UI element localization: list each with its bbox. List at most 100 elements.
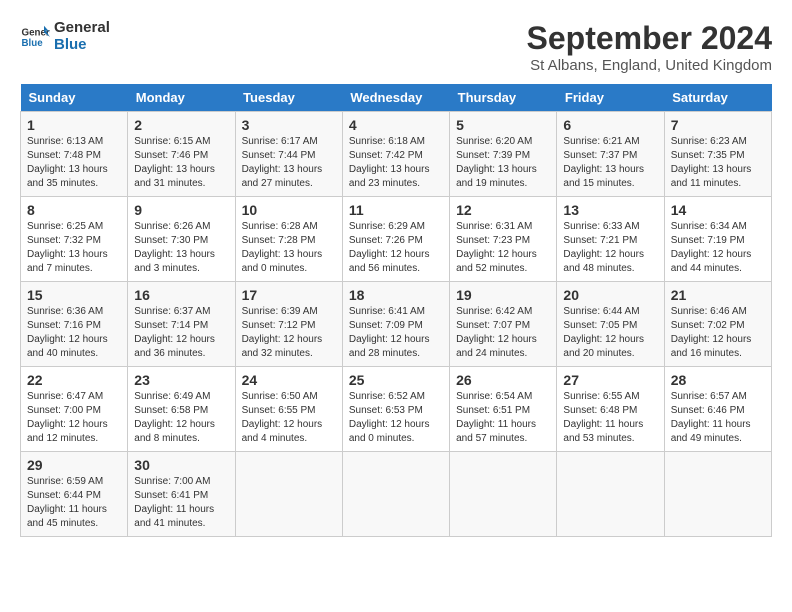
- table-row: 27 Sunrise: 6:55 AM Sunset: 6:48 PM Dayli…: [557, 367, 664, 452]
- day-details: Sunrise: 6:52 AM Sunset: 6:53 PM Dayligh…: [349, 390, 443, 446]
- table-row: [557, 452, 664, 537]
- day-details: Sunrise: 6:59 AM Sunset: 6:44 PM Dayligh…: [27, 475, 121, 531]
- table-row: 15 Sunrise: 6:36 AM Sunset: 7:16 PM Dayli…: [21, 282, 128, 367]
- table-row: 24Sunrise: 6:50 AM Sunset: 6:55 PM Dayli…: [235, 367, 342, 452]
- col-wednesday: Wednesday: [342, 84, 449, 112]
- day-number: 15: [27, 287, 121, 303]
- day-number: 3: [242, 117, 336, 133]
- table-row: 4Sunrise: 6:18 AM Sunset: 7:42 PM Daylig…: [342, 112, 449, 197]
- col-friday: Friday: [557, 84, 664, 112]
- table-row: 26Sunrise: 6:54 AM Sunset: 6:51 PM Dayli…: [450, 367, 557, 452]
- table-row: 9Sunrise: 6:26 AM Sunset: 7:30 PM Daylig…: [128, 197, 235, 282]
- day-number: 13: [563, 202, 657, 218]
- day-number: 1: [27, 117, 121, 133]
- table-row: 23 Sunrise: 6:49 AM Sunset: 6:58 PM Dayli…: [128, 367, 235, 452]
- day-details: Sunrise: 6:55 AM Sunset: 6:48 PM Dayligh…: [563, 390, 657, 446]
- day-details: Sunrise: 6:23 AM Sunset: 7:35 PM Dayligh…: [671, 135, 765, 191]
- table-row: 6 Sunrise: 6:21 AM Sunset: 7:37 PM Daylig…: [557, 112, 664, 197]
- table-row: 18 Sunrise: 6:41 AM Sunset: 7:09 PM Dayli…: [342, 282, 449, 367]
- logo-blue-text: Blue: [54, 37, 110, 54]
- day-number: 5: [456, 117, 550, 133]
- table-row: [450, 452, 557, 537]
- table-row: 1 Sunrise: 6:13 AM Sunset: 7:48 PM Daylig…: [21, 112, 128, 197]
- table-row: 5 Sunrise: 6:20 AM Sunset: 7:39 PM Daylig…: [450, 112, 557, 197]
- col-tuesday: Tuesday: [235, 84, 342, 112]
- day-number: 23: [134, 372, 228, 388]
- day-number: 6: [563, 117, 657, 133]
- table-row: 12 Sunrise: 6:31 AM Sunset: 7:23 PM Dayli…: [450, 197, 557, 282]
- day-number: 2: [134, 117, 228, 133]
- day-number: 14: [671, 202, 765, 218]
- day-number: 4: [349, 117, 443, 133]
- calendar-header-row: Sunday Monday Tuesday Wednesday Thursday…: [21, 84, 772, 112]
- day-details: Sunrise: 6:31 AM Sunset: 7:23 PM Dayligh…: [456, 220, 550, 276]
- day-number: 19: [456, 287, 550, 303]
- table-row: 14 Sunrise: 6:34 AM Sunset: 7:19 PM Dayli…: [664, 197, 771, 282]
- day-details: Sunrise: 6:21 AM Sunset: 7:37 PM Dayligh…: [563, 135, 657, 191]
- calendar-week-row: 1 Sunrise: 6:13 AM Sunset: 7:48 PM Daylig…: [21, 112, 772, 197]
- day-details: Sunrise: 6:36 AM Sunset: 7:16 PM Dayligh…: [27, 305, 121, 361]
- day-details: Sunrise: 6:29 AM Sunset: 7:26 PM Dayligh…: [349, 220, 443, 276]
- day-number: 9: [134, 202, 228, 218]
- table-row: 7 Sunrise: 6:23 AM Sunset: 7:35 PM Daylig…: [664, 112, 771, 197]
- day-number: 16: [134, 287, 228, 303]
- day-details: Sunrise: 6:28 AM Sunset: 7:28 PM Dayligh…: [242, 220, 336, 276]
- title-area: September 2024 St Albans, England, Unite…: [527, 20, 772, 74]
- table-row: 29Sunrise: 6:59 AM Sunset: 6:44 PM Dayli…: [21, 452, 128, 537]
- day-details: Sunrise: 6:15 AM Sunset: 7:46 PM Dayligh…: [134, 135, 228, 191]
- table-row: 20 Sunrise: 6:44 AM Sunset: 7:05 PM Dayli…: [557, 282, 664, 367]
- day-details: Sunrise: 6:49 AM Sunset: 6:58 PM Dayligh…: [134, 390, 228, 446]
- col-thursday: Thursday: [450, 84, 557, 112]
- day-number: 25: [349, 372, 443, 388]
- col-sunday: Sunday: [21, 84, 128, 112]
- day-number: 7: [671, 117, 765, 133]
- logo: General Blue General Blue: [20, 20, 110, 53]
- day-details: Sunrise: 6:42 AM Sunset: 7:07 PM Dayligh…: [456, 305, 550, 361]
- day-details: Sunrise: 6:33 AM Sunset: 7:21 PM Dayligh…: [563, 220, 657, 276]
- day-details: Sunrise: 6:37 AM Sunset: 7:14 PM Dayligh…: [134, 305, 228, 361]
- day-details: Sunrise: 6:13 AM Sunset: 7:48 PM Dayligh…: [27, 135, 121, 191]
- day-number: 10: [242, 202, 336, 218]
- day-details: Sunrise: 6:34 AM Sunset: 7:19 PM Dayligh…: [671, 220, 765, 276]
- day-details: Sunrise: 6:25 AM Sunset: 7:32 PM Dayligh…: [27, 220, 121, 276]
- table-row: 17 Sunrise: 6:39 AM Sunset: 7:12 PM Dayli…: [235, 282, 342, 367]
- day-details: Sunrise: 7:00 AM Sunset: 6:41 PM Dayligh…: [134, 475, 228, 531]
- calendar-title: September 2024: [527, 20, 772, 57]
- day-details: Sunrise: 6:39 AM Sunset: 7:12 PM Dayligh…: [242, 305, 336, 361]
- table-row: [342, 452, 449, 537]
- day-number: 8: [27, 202, 121, 218]
- calendar-week-row: 15 Sunrise: 6:36 AM Sunset: 7:16 PM Dayli…: [21, 282, 772, 367]
- day-number: 11: [349, 202, 443, 218]
- table-row: 10 Sunrise: 6:28 AM Sunset: 7:28 PM Dayli…: [235, 197, 342, 282]
- col-monday: Monday: [128, 84, 235, 112]
- calendar-week-row: 29Sunrise: 6:59 AM Sunset: 6:44 PM Dayli…: [21, 452, 772, 537]
- day-details: Sunrise: 6:47 AM Sunset: 7:00 PM Dayligh…: [27, 390, 121, 446]
- day-details: Sunrise: 6:44 AM Sunset: 7:05 PM Dayligh…: [563, 305, 657, 361]
- day-number: 27: [563, 372, 657, 388]
- general-blue-logo-icon: General Blue: [20, 22, 50, 52]
- table-row: 13 Sunrise: 6:33 AM Sunset: 7:21 PM Dayli…: [557, 197, 664, 282]
- calendar-week-row: 22 Sunrise: 6:47 AM Sunset: 7:00 PM Dayli…: [21, 367, 772, 452]
- table-row: 28Sunrise: 6:57 AM Sunset: 6:46 PM Dayli…: [664, 367, 771, 452]
- day-number: 17: [242, 287, 336, 303]
- day-number: 12: [456, 202, 550, 218]
- table-row: 19 Sunrise: 6:42 AM Sunset: 7:07 PM Dayli…: [450, 282, 557, 367]
- table-row: 11 Sunrise: 6:29 AM Sunset: 7:26 PM Dayli…: [342, 197, 449, 282]
- svg-text:Blue: Blue: [22, 38, 44, 49]
- day-details: Sunrise: 6:50 AM Sunset: 6:55 PM Dayligh…: [242, 390, 336, 446]
- calendar-table: Sunday Monday Tuesday Wednesday Thursday…: [20, 84, 772, 537]
- day-details: Sunrise: 6:54 AM Sunset: 6:51 PM Dayligh…: [456, 390, 550, 446]
- day-number: 21: [671, 287, 765, 303]
- header: General Blue General Blue September 2024…: [20, 20, 772, 74]
- table-row: 25 Sunrise: 6:52 AM Sunset: 6:53 PM Dayli…: [342, 367, 449, 452]
- logo-general-text: General: [54, 20, 110, 37]
- day-number: 20: [563, 287, 657, 303]
- day-number: 30: [134, 457, 228, 473]
- day-number: 18: [349, 287, 443, 303]
- calendar-subtitle: St Albans, England, United Kingdom: [527, 57, 772, 74]
- day-number: 22: [27, 372, 121, 388]
- day-details: Sunrise: 6:41 AM Sunset: 7:09 PM Dayligh…: [349, 305, 443, 361]
- day-details: Sunrise: 6:46 AM Sunset: 7:02 PM Dayligh…: [671, 305, 765, 361]
- table-row: 21 Sunrise: 6:46 AM Sunset: 7:02 PM Dayli…: [664, 282, 771, 367]
- day-details: Sunrise: 6:20 AM Sunset: 7:39 PM Dayligh…: [456, 135, 550, 191]
